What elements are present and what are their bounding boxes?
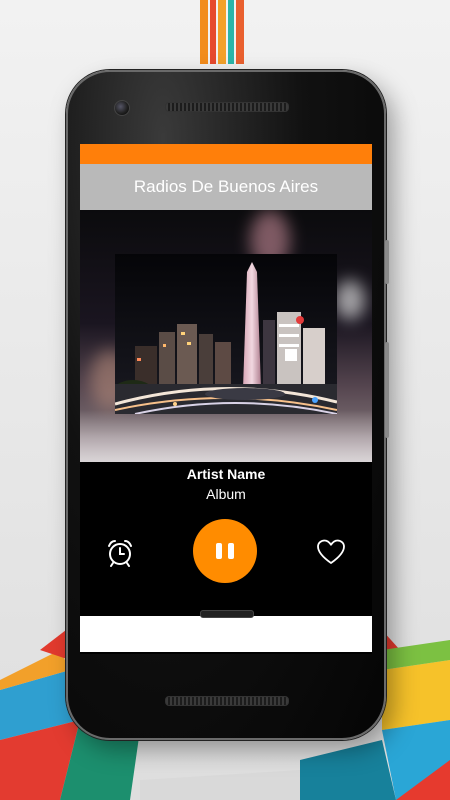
album-name: Album (206, 486, 246, 502)
alarm-clock-icon (108, 540, 132, 567)
album-artwork (80, 210, 372, 462)
track-info: Artist Name Album (80, 462, 372, 505)
city-night-photo (115, 254, 337, 414)
status-bar (80, 144, 372, 164)
background-stripes-top (200, 0, 244, 64)
obelisk-image (115, 254, 337, 414)
alarm-button[interactable] (104, 537, 136, 569)
player-controls (80, 505, 372, 601)
power-button (385, 342, 389, 438)
phone-frame: Radios De Buenos Aires Artist Name Album (66, 70, 389, 740)
artist-name: Artist Name (186, 466, 266, 482)
front-camera (114, 100, 130, 116)
earpiece-speaker (165, 102, 289, 112)
play-pause-button[interactable] (193, 519, 257, 583)
favorite-button[interactable] (316, 538, 346, 566)
pause-icon (216, 543, 234, 559)
bottom-speaker (165, 696, 289, 706)
home-indicator (200, 610, 254, 618)
ad-banner[interactable] (80, 616, 372, 652)
app-title: Radios De Buenos Aires (133, 177, 319, 196)
app-screen: Radios De Buenos Aires Artist Name Album (80, 144, 372, 654)
volume-button (385, 240, 389, 284)
heart-outline-icon (317, 539, 345, 564)
app-bar: Radios De Buenos Aires (80, 164, 372, 210)
